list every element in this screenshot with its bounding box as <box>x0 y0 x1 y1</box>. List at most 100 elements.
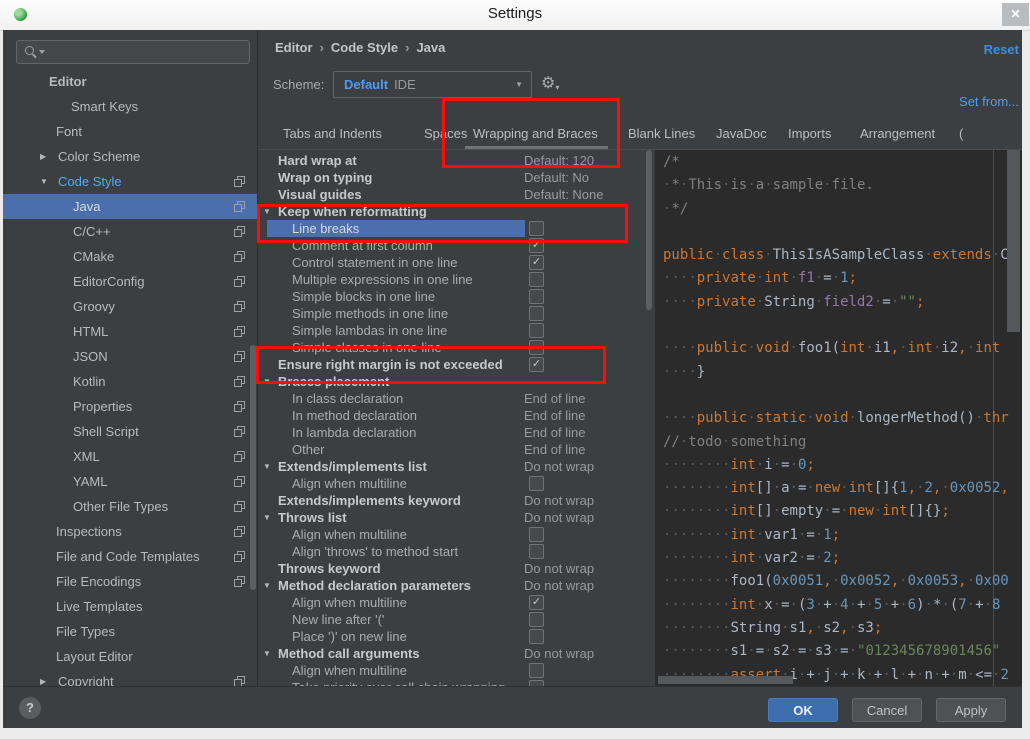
option-control-statement-in-one-line[interactable]: Control statement in one line✓ <box>258 254 646 271</box>
option-simple-lambdas-in-one-line[interactable]: Simple lambdas in one line <box>258 322 646 339</box>
tab-wrapping-and-braces[interactable]: Wrapping and Braces <box>473 126 598 141</box>
sidebar-item-xml[interactable]: XML <box>3 444 257 469</box>
option-multiple-expressions-in-one-line[interactable]: Multiple expressions in one line <box>258 271 646 288</box>
option-in-method-declaration[interactable]: In method declarationEnd of line <box>258 407 646 424</box>
sidebar-item-groovy[interactable]: Groovy <box>3 294 257 319</box>
sidebar-item-file-types[interactable]: File Types <box>3 619 257 644</box>
sidebar-item-layout-editor[interactable]: Layout Editor <box>3 644 257 669</box>
tab-tab[interactable]: ( <box>959 126 963 141</box>
sidebar-item-c-c[interactable]: C/C++ <box>3 219 257 244</box>
sidebar-item-html[interactable]: HTML <box>3 319 257 344</box>
tree-expanded-icon[interactable]: ▼ <box>263 458 271 475</box>
option-align-when-multiline[interactable]: Align when multiline <box>258 662 646 679</box>
option-simple-classes-in-one-line[interactable]: Simple classes in one line <box>258 339 646 356</box>
option-checkbox[interactable] <box>529 544 544 559</box>
sidebar-item-color-scheme[interactable]: ▶Color Scheme <box>3 144 257 169</box>
option-comment-at-first-column[interactable]: Comment at first column✓ <box>258 237 646 254</box>
breadcrumb-code-style[interactable]: Code Style <box>331 40 398 55</box>
option-checkbox[interactable] <box>529 527 544 542</box>
option-checkbox[interactable]: ✓ <box>529 357 544 372</box>
option-simple-blocks-in-one-line[interactable]: Simple blocks in one line <box>258 288 646 305</box>
sidebar-item-shell-script[interactable]: Shell Script <box>3 419 257 444</box>
tab-tabs-and-indents[interactable]: Tabs and Indents <box>283 126 382 141</box>
sidebar-item-inspections[interactable]: Inspections <box>3 519 257 544</box>
search-box[interactable] <box>16 40 250 64</box>
tree-expanded-icon[interactable]: ▼ <box>263 203 271 220</box>
options-scrollbar[interactable] <box>646 150 652 310</box>
option-extends-implements-list[interactable]: ▼Extends/implements listDo not wrap <box>258 458 646 475</box>
tree-expanded-icon[interactable]: ▼ <box>263 509 271 526</box>
option-checkbox[interactable] <box>529 663 544 678</box>
tree-expanded-icon[interactable]: ▼ <box>263 577 271 594</box>
option-value-dropdown[interactable]: Do not wrap <box>524 645 594 662</box>
option-value-dropdown[interactable]: Do not wrap <box>524 560 594 577</box>
sidebar-item-yaml[interactable]: YAML <box>3 469 257 494</box>
sidebar-item-file-encodings[interactable]: File Encodings <box>3 569 257 594</box>
option-in-lambda-declaration[interactable]: In lambda declarationEnd of line <box>258 424 646 441</box>
apply-button[interactable]: Apply <box>936 698 1006 722</box>
sidebar-item-kotlin[interactable]: Kotlin <box>3 369 257 394</box>
option-value-dropdown[interactable]: Do not wrap <box>524 509 594 526</box>
scheme-gear-button[interactable]: ⚙▾ <box>541 73 559 93</box>
tab-javadoc[interactable]: JavaDoc <box>716 126 767 141</box>
tab-imports[interactable]: Imports <box>788 126 831 141</box>
option-align-when-multiline[interactable]: Align when multiline <box>258 475 646 492</box>
option-wrap-on-typing[interactable]: Wrap on typingDefault: No <box>258 169 646 186</box>
option-value-dropdown[interactable]: Do not wrap <box>524 577 594 594</box>
option-extends-implements-keyword[interactable]: Extends/implements keywordDo not wrap <box>258 492 646 509</box>
option-place-on-new-line[interactable]: Place ')' on new line <box>258 628 646 645</box>
option-align-when-multiline[interactable]: Align when multiline✓ <box>258 594 646 611</box>
tab-spaces[interactable]: Spaces <box>424 126 467 141</box>
breadcrumb-editor[interactable]: Editor <box>275 40 313 55</box>
tab-arrangement[interactable]: Arrangement <box>860 126 935 141</box>
sidebar-item-copyright[interactable]: ▶Copyright <box>3 669 257 686</box>
option-method-call-arguments[interactable]: ▼Method call argumentsDo not wrap <box>258 645 646 662</box>
option-braces-placement[interactable]: ▼Braces placement <box>258 373 646 390</box>
help-button[interactable]: ? <box>19 697 41 719</box>
tree-expanded-icon[interactable]: ▼ <box>263 645 271 662</box>
option-simple-methods-in-one-line[interactable]: Simple methods in one line <box>258 305 646 322</box>
option-align-when-multiline[interactable]: Align when multiline <box>258 526 646 543</box>
option-visual-guides[interactable]: Visual guidesDefault: None <box>258 186 646 203</box>
option-new-line-after[interactable]: New line after '(' <box>258 611 646 628</box>
tree-collapsed-icon[interactable]: ▶ <box>40 669 46 686</box>
sidebar-item-java[interactable]: Java <box>3 194 257 219</box>
option-ensure-right-margin-is-not-exceeded[interactable]: Ensure right margin is not exceeded✓ <box>258 356 646 373</box>
code-horizontal-scrollbar[interactable] <box>658 676 793 684</box>
search-input[interactable] <box>49 42 243 62</box>
sidebar-item-properties[interactable]: Properties <box>3 394 257 419</box>
sidebar-item-live-templates[interactable]: Live Templates <box>3 594 257 619</box>
option-keep-when-reformatting[interactable]: ▼Keep when reformatting <box>258 203 646 220</box>
option-hard-wrap-at[interactable]: Hard wrap atDefault: 120 <box>258 152 646 169</box>
option-in-class-declaration[interactable]: In class declarationEnd of line <box>258 390 646 407</box>
option-method-declaration-parameters[interactable]: ▼Method declaration parametersDo not wra… <box>258 577 646 594</box>
sidebar-item-file-and-code-templates[interactable]: File and Code Templates <box>3 544 257 569</box>
sidebar-scrollbar[interactable] <box>250 345 256 590</box>
option-throws-list[interactable]: ▼Throws listDo not wrap <box>258 509 646 526</box>
sidebar-item-editorconfig[interactable]: EditorConfig <box>3 269 257 294</box>
ok-button[interactable]: OK <box>768 698 838 722</box>
tab-blank-lines[interactable]: Blank Lines <box>628 126 695 141</box>
option-value-dropdown[interactable]: End of line <box>524 390 585 407</box>
sidebar-item-font[interactable]: Font <box>3 119 257 144</box>
sidebar-item-cmake[interactable]: CMake <box>3 244 257 269</box>
option-take-priority-over-call-chain-wrapping[interactable]: Take priority over call chain wrapping <box>258 679 646 686</box>
option-line-breaks[interactable]: Line breaks <box>258 220 646 237</box>
option-value-dropdown[interactable]: End of line <box>524 407 585 424</box>
option-checkbox[interactable] <box>529 323 544 338</box>
option-checkbox[interactable] <box>529 306 544 321</box>
close-button[interactable]: ✕ <box>1002 3 1029 26</box>
option-value-dropdown[interactable]: Do not wrap <box>524 458 594 475</box>
option-checkbox[interactable] <box>529 612 544 627</box>
sidebar-item-code-style[interactable]: ▼Code Style <box>3 169 257 194</box>
option-checkbox[interactable] <box>529 272 544 287</box>
option-checkbox[interactable]: ✓ <box>529 595 544 610</box>
sidebar-item-json[interactable]: JSON <box>3 344 257 369</box>
option-checkbox[interactable] <box>529 289 544 304</box>
tree-collapsed-icon[interactable]: ▶ <box>40 144 46 169</box>
sidebar-item-other-file-types[interactable]: Other File Types <box>3 494 257 519</box>
option-checkbox[interactable] <box>529 340 544 355</box>
option-checkbox[interactable] <box>529 221 544 236</box>
tree-expanded-icon[interactable]: ▼ <box>40 169 48 194</box>
option-other[interactable]: OtherEnd of line <box>258 441 646 458</box>
